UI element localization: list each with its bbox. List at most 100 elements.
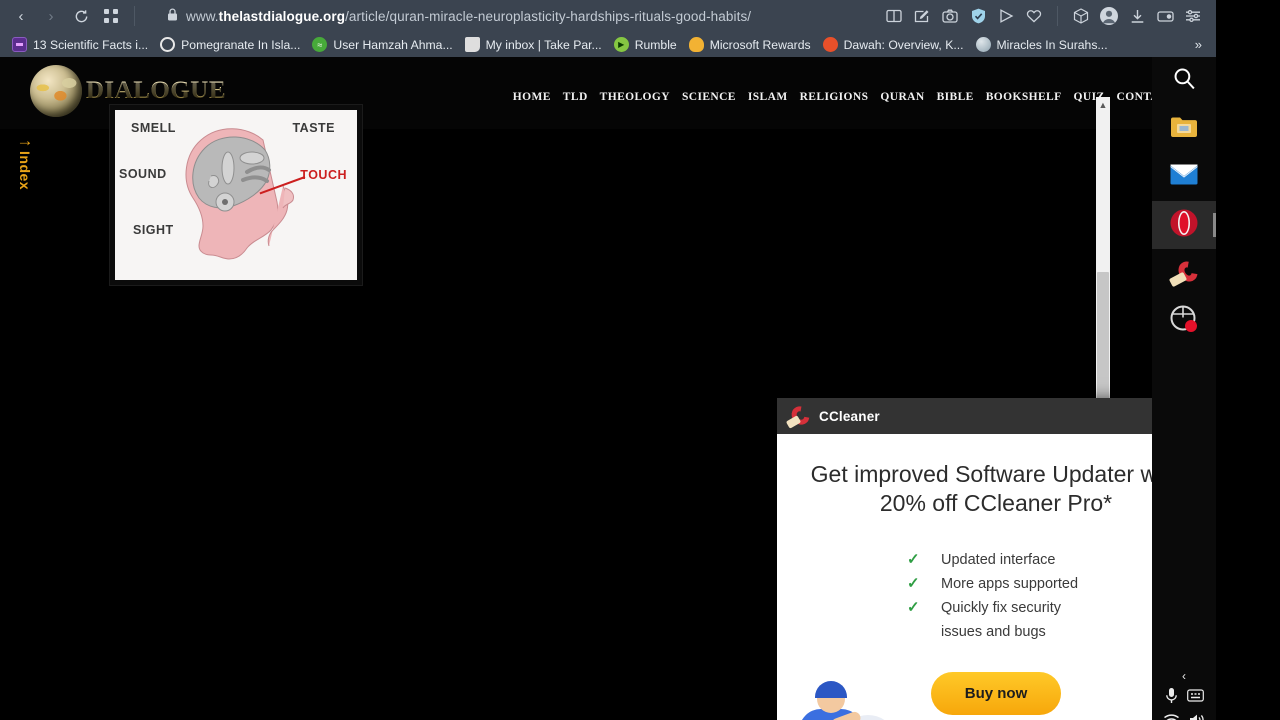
- shield-vpn-icon[interactable]: [965, 3, 991, 29]
- bookmark-item[interactable]: Microsoft Rewards: [685, 35, 819, 54]
- camera-snapshot-icon[interactable]: [937, 3, 963, 29]
- mascot-hair: [815, 681, 847, 698]
- microphone-muted-icon[interactable]: [1165, 687, 1178, 709]
- opera-browser-icon: [1170, 209, 1198, 242]
- check-icon: ✓: [907, 599, 920, 616]
- bookmark-item[interactable]: ▶ Rumble: [610, 35, 685, 54]
- screen: ‹ › www.thelastdialogue.org/article/qura…: [0, 0, 1280, 720]
- index-side-tab[interactable]: → Index: [8, 132, 42, 252]
- system-tray: ‹: [1152, 667, 1216, 720]
- check-icon: ✓: [907, 551, 920, 568]
- downloads-icon[interactable]: [1124, 3, 1150, 29]
- bookmark-item[interactable]: Miracles In Surahs...: [972, 35, 1116, 54]
- globe-logo-icon: [30, 65, 82, 117]
- scrollbar-up-arrow[interactable]: ▲: [1096, 97, 1110, 112]
- article-figure: SMELL TASTE SOUND SIGHT TOUCH Mostly peo…: [109, 104, 363, 286]
- taskbar-item-screen-recorder[interactable]: [1152, 297, 1216, 345]
- browser-action-icons: [881, 3, 1210, 29]
- check-icon: ✓: [907, 575, 920, 592]
- reload-button[interactable]: [66, 2, 96, 30]
- file-explorer-icon: [1170, 115, 1198, 144]
- bookmark-label: User Hamzah Ahma...: [333, 37, 453, 52]
- bookmark-item[interactable]: Dawah: Overview, K...: [819, 35, 972, 54]
- bookmark-label: Miracles In Surahs...: [996, 37, 1108, 52]
- send-flow-icon[interactable]: [993, 3, 1019, 29]
- feature-label: More apps supported: [941, 576, 1079, 592]
- figure-label-sight: SIGHT: [133, 223, 174, 237]
- sidebar-toggle-icon[interactable]: [881, 3, 907, 29]
- bookmark-item[interactable]: Pomegranate In Isla...: [156, 35, 308, 54]
- figure-label-touch: TOUCH: [300, 168, 347, 182]
- flag-white-icon: [464, 37, 480, 52]
- taskbar-item-search[interactable]: [1152, 57, 1216, 105]
- tray-row-bottom: [1152, 711, 1216, 720]
- web-page: ST DIALOGUE HOME TLD THEOLOGY SCIENCE IS…: [0, 57, 1216, 720]
- cube-extensions-icon[interactable]: [1068, 3, 1094, 29]
- browser-toolbar: ‹ › www.thelastdialogue.org/article/qura…: [0, 0, 1216, 32]
- figure-label-smell: SMELL: [131, 121, 176, 135]
- touch-pointer-line: [259, 176, 306, 195]
- ccleaner-body: Get improved Software Updater with 20% o…: [777, 434, 1215, 720]
- tab-overview-button[interactable]: [96, 2, 126, 30]
- bookmark-label: Rumble: [634, 37, 677, 52]
- ccleaner-logo-icon: [785, 402, 813, 429]
- orange-circle-icon: [822, 37, 838, 52]
- rewards-medal-icon: [688, 37, 704, 52]
- bookmark-label: My inbox | Take Par...: [485, 37, 602, 52]
- easy-setup-icon[interactable]: [1180, 3, 1206, 29]
- keyboard-language-icon[interactable]: [1186, 689, 1204, 707]
- article-body: SMELL TASTE SOUND SIGHT TOUCH Mostly peo…: [109, 97, 1110, 720]
- index-tab-label: Index: [17, 151, 33, 191]
- ccleaner-icon: [1168, 257, 1202, 288]
- ccleaner-title: CCleaner: [819, 408, 880, 424]
- bookmark-label: Microsoft Rewards: [709, 37, 811, 52]
- circle-outline-icon: [160, 37, 176, 52]
- toolbar-divider: [134, 6, 135, 26]
- url-text: www.thelastdialogue.org/article/quran-mi…: [186, 8, 752, 24]
- feature-label: Quickly fix security: [941, 600, 1062, 616]
- feature-label: Updated interface: [941, 552, 1056, 568]
- arrow-right-icon: →: [16, 131, 34, 150]
- search-icon: [1172, 66, 1197, 96]
- bookmark-item[interactable]: 13 Scientific Facts i...: [8, 35, 156, 54]
- profile-avatar-icon[interactable]: [1096, 3, 1122, 29]
- screen-recorder-icon: [1170, 305, 1198, 338]
- heart-favorite-icon[interactable]: [1021, 3, 1047, 29]
- address-bar[interactable]: www.thelastdialogue.org/article/quran-mi…: [143, 2, 881, 30]
- sensory-head-diagram-image: SMELL TASTE SOUND SIGHT TOUCH: [115, 110, 357, 280]
- bookmarks-bar: 13 Scientific Facts i... Pomegranate In …: [0, 32, 1216, 57]
- figure-label-taste: TASTE: [292, 121, 335, 135]
- bookmark-label: 13 Scientific Facts i...: [33, 37, 149, 52]
- figure-label-sound: SOUND: [119, 167, 167, 181]
- globe-icon: [975, 37, 991, 52]
- ccleaner-popup[interactable]: CCleaner ✕ Get improved Software Updater…: [777, 398, 1215, 720]
- forward-button[interactable]: ›: [36, 2, 66, 30]
- edit-snapshot-icon[interactable]: [909, 3, 935, 29]
- windows-taskbar: ‹: [1152, 57, 1216, 720]
- buy-now-button[interactable]: Buy now: [930, 672, 1062, 715]
- bookmark-label: Dawah: Overview, K...: [843, 37, 964, 52]
- actions-divider: [1057, 6, 1058, 26]
- bookmark-item[interactable]: ≈ User Hamzah Ahma...: [308, 35, 460, 54]
- browser-chrome: ‹ › www.thelastdialogue.org/article/qura…: [0, 0, 1216, 57]
- lock-icon: [167, 8, 178, 24]
- bookmarks-overflow-button[interactable]: »: [1195, 37, 1208, 52]
- taskbar-item-mail[interactable]: [1152, 153, 1216, 201]
- bookmark-item[interactable]: My inbox | Take Par...: [461, 35, 610, 54]
- rumble-play-icon: ▶: [613, 37, 629, 52]
- volume-icon[interactable]: [1189, 713, 1206, 720]
- wifi-icon[interactable]: [1163, 713, 1180, 720]
- taskbar-item-opera[interactable]: [1152, 201, 1216, 249]
- tray-row-top: [1152, 687, 1216, 709]
- wallet-icon[interactable]: [1152, 3, 1178, 29]
- wifi-green-icon: ≈: [312, 37, 328, 52]
- purple-square-icon: [12, 37, 27, 52]
- taskbar-item-file-explorer[interactable]: [1152, 105, 1216, 153]
- ccleaner-mascot-illustration: [781, 681, 901, 720]
- bookmark-label: Pomegranate In Isla...: [181, 37, 301, 52]
- ccleaner-headline: Get improved Software Updater with 20% o…: [810, 461, 1182, 516]
- tray-expand-chevron[interactable]: ‹: [1182, 667, 1186, 685]
- head-illustration-svg: [185, 128, 294, 260]
- back-button[interactable]: ‹: [6, 2, 36, 30]
- taskbar-item-ccleaner[interactable]: [1152, 249, 1216, 297]
